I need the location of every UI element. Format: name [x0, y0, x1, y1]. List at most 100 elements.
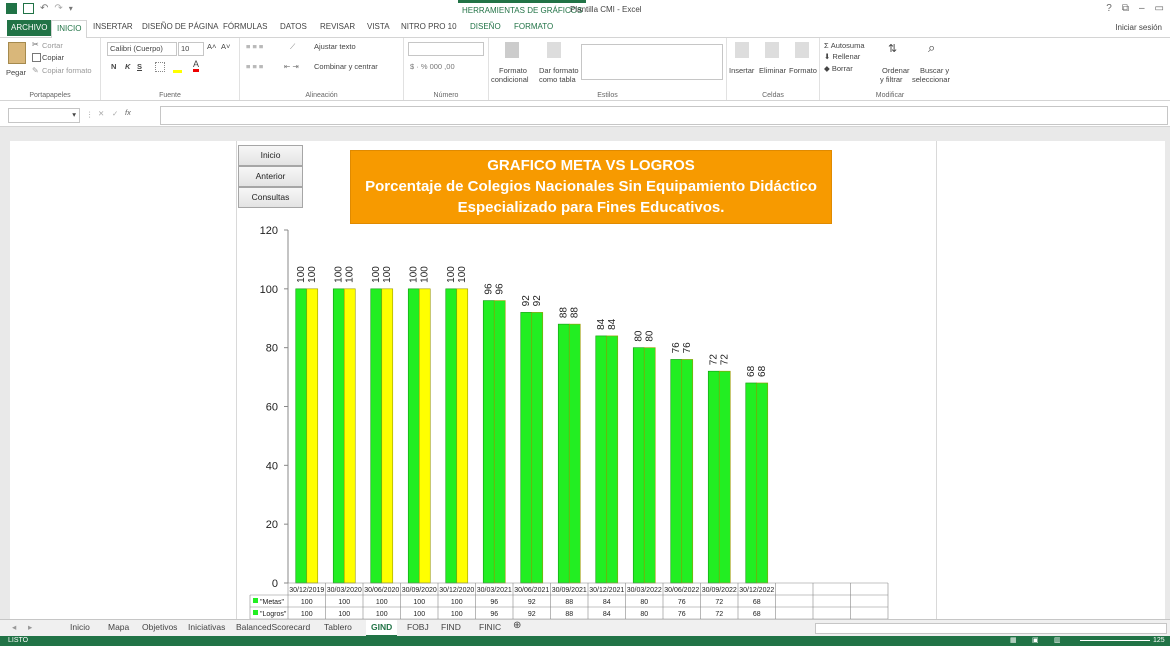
- insert-cells-icon[interactable]: [735, 42, 749, 58]
- zoom-level[interactable]: 125: [1153, 637, 1165, 644]
- paste-icon[interactable]: [8, 42, 26, 64]
- sort-filter-line2[interactable]: y filtrar: [880, 75, 903, 84]
- format-painter-icon[interactable]: ✎: [32, 66, 39, 75]
- merge-center-button[interactable]: Combinar y centrar: [314, 62, 378, 71]
- copy-button[interactable]: Copiar: [42, 53, 64, 62]
- sheet-tab-tablero[interactable]: Tablero: [324, 622, 352, 632]
- chart-title-box[interactable]: GRAFICO META VS LOGROS Porcentaje de Col…: [350, 150, 832, 224]
- save-icon[interactable]: [23, 3, 34, 14]
- tab-revisar[interactable]: REVISAR: [320, 22, 355, 31]
- prev-sheet-icon[interactable]: ◂: [12, 622, 16, 633]
- number-format-select[interactable]: [408, 42, 484, 56]
- cut-icon[interactable]: ✂: [32, 40, 39, 49]
- minimize-icon[interactable]: –: [1139, 3, 1145, 14]
- format-cells-icon[interactable]: [795, 42, 809, 58]
- find-select-line2[interactable]: seleccionar: [912, 75, 950, 84]
- number-format-icons[interactable]: $ · % 000 ,00: [410, 62, 455, 71]
- align-icons[interactable]: ≡ ≡ ≡: [246, 62, 263, 71]
- name-box[interactable]: ▾: [8, 108, 80, 123]
- sheet-tab-balancedscorecard[interactable]: BalancedScorecard: [236, 622, 310, 632]
- name-box-dropdown-icon[interactable]: ▾: [72, 110, 76, 119]
- font-name-select[interactable]: Calibri (Cuerpo): [107, 42, 177, 56]
- sheet-tab-gind[interactable]: GIND: [366, 620, 398, 637]
- cancel-icon[interactable]: ✕: [98, 109, 104, 118]
- nav-anterior-button[interactable]: Anterior: [238, 166, 303, 187]
- bar-metas: [332, 288, 345, 584]
- tab-diseno[interactable]: DISEÑO: [470, 22, 501, 31]
- italic-button[interactable]: K: [125, 62, 130, 71]
- clear-button[interactable]: ◆ Borrar: [824, 64, 853, 73]
- tab-diseno-pagina[interactable]: DISEÑO DE PÁGINA: [142, 22, 218, 31]
- next-sheet-icon[interactable]: ▸: [28, 622, 32, 633]
- delete-button[interactable]: Eliminar: [759, 66, 786, 75]
- zoom-slider[interactable]: [1080, 640, 1150, 641]
- normal-view-icon[interactable]: ▦: [1010, 636, 1017, 644]
- add-sheet-icon[interactable]: ⊕: [513, 620, 521, 631]
- tab-formato[interactable]: FORMATO: [514, 22, 553, 31]
- help-icon[interactable]: ?: [1106, 3, 1112, 14]
- ribbon-display-icon[interactable]: ⧉: [1122, 3, 1129, 14]
- format-as-table-line1[interactable]: Dar formato: [539, 66, 579, 75]
- wrap-text-button[interactable]: Ajustar texto: [314, 42, 356, 51]
- sheet-tab-finic[interactable]: FINIC: [479, 622, 501, 632]
- find-select-line1[interactable]: Buscar y: [920, 66, 949, 75]
- formula-input[interactable]: [160, 106, 1168, 125]
- customize-qat-icon[interactable]: ▾: [69, 4, 73, 13]
- align-top-icons[interactable]: ≡ ≡ ≡: [246, 42, 263, 51]
- horizontal-scrollbar[interactable]: [815, 623, 1167, 634]
- format-button[interactable]: Formato: [789, 66, 817, 75]
- cell-styles-gallery[interactable]: [581, 44, 723, 80]
- format-as-table-icon[interactable]: [547, 42, 561, 58]
- autosum-button[interactable]: Σ Autosuma: [824, 41, 865, 50]
- x-category-label: 30/09/2022: [702, 587, 737, 594]
- tab-inicio[interactable]: INICIO: [51, 20, 88, 39]
- sign-in-link[interactable]: Iniciar sesión: [1115, 23, 1162, 32]
- conditional-format-icon[interactable]: [505, 42, 519, 58]
- tab-archivo[interactable]: ARCHIVO: [7, 20, 52, 36]
- sheet-tab-mapa[interactable]: Mapa: [108, 622, 129, 632]
- maximize-icon[interactable]: ▭: [1155, 3, 1164, 14]
- orientation-icon[interactable]: ⟋: [290, 42, 295, 52]
- nav-consultas-button[interactable]: Consultas: [238, 187, 303, 208]
- copy-format-button[interactable]: Copiar formato: [42, 66, 92, 75]
- meta-vs-logros-chart[interactable]: 020406080100120100 100 100 100 100 100 100 100 1…: [236, 220, 936, 620]
- fill-button[interactable]: ⬇ Rellenar: [824, 52, 860, 61]
- tab-datos[interactable]: DATOS: [280, 22, 307, 31]
- sheet-tab-fobj[interactable]: FOBJ: [407, 622, 429, 632]
- tab-insertar[interactable]: INSERTAR: [93, 22, 133, 31]
- insert-button[interactable]: Insertar: [729, 66, 754, 75]
- copy-icon[interactable]: [32, 53, 41, 62]
- shrink-font-icon[interactable]: A˅: [221, 42, 230, 51]
- delete-cells-icon[interactable]: [765, 42, 779, 58]
- tab-vista[interactable]: VISTA: [367, 22, 390, 31]
- font-size-select[interactable]: 10: [178, 42, 204, 56]
- page-layout-icon[interactable]: ▣: [1032, 636, 1039, 644]
- sheet-tab-objetivos[interactable]: Objetivos: [142, 622, 177, 632]
- underline-button[interactable]: S: [137, 62, 142, 71]
- sort-filter-icon[interactable]: ⇅: [888, 42, 897, 55]
- bold-button[interactable]: N: [111, 62, 116, 71]
- grow-font-icon[interactable]: A˄: [207, 42, 216, 51]
- fill-color-icon[interactable]: [173, 62, 182, 73]
- sheet-tab-find[interactable]: FIND: [441, 622, 461, 632]
- borders-icon[interactable]: [155, 62, 165, 72]
- binoculars-icon[interactable]: ⌕: [928, 40, 935, 56]
- undo-icon[interactable]: ↶: [40, 3, 48, 14]
- cut-button[interactable]: Cortar: [42, 41, 63, 50]
- font-color-icon[interactable]: A: [193, 60, 200, 72]
- format-as-table-line2[interactable]: como tabla: [539, 75, 576, 84]
- sheet-tab-iniciativas[interactable]: Iniciativas: [188, 622, 225, 632]
- conditional-format-button-line2[interactable]: condicional: [491, 75, 529, 84]
- insert-function-icon[interactable]: fx: [125, 108, 131, 117]
- tab-nitro[interactable]: NITRO PRO 10: [401, 22, 457, 31]
- conditional-format-button-line1[interactable]: Formato: [499, 66, 527, 75]
- page-break-icon[interactable]: ▥: [1054, 636, 1061, 644]
- nav-inicio-button[interactable]: Inicio: [238, 145, 303, 166]
- paste-button[interactable]: Pegar: [6, 68, 26, 77]
- redo-icon[interactable]: ↷: [54, 3, 62, 14]
- indent-icons[interactable]: ⇤ ⇥: [284, 62, 299, 71]
- sort-filter-line1[interactable]: Ordenar: [882, 66, 910, 75]
- sheet-tab-inicio[interactable]: Inicio: [70, 622, 90, 632]
- tab-formulas[interactable]: FÓRMULAS: [223, 22, 267, 31]
- enter-icon[interactable]: ✓: [112, 109, 118, 118]
